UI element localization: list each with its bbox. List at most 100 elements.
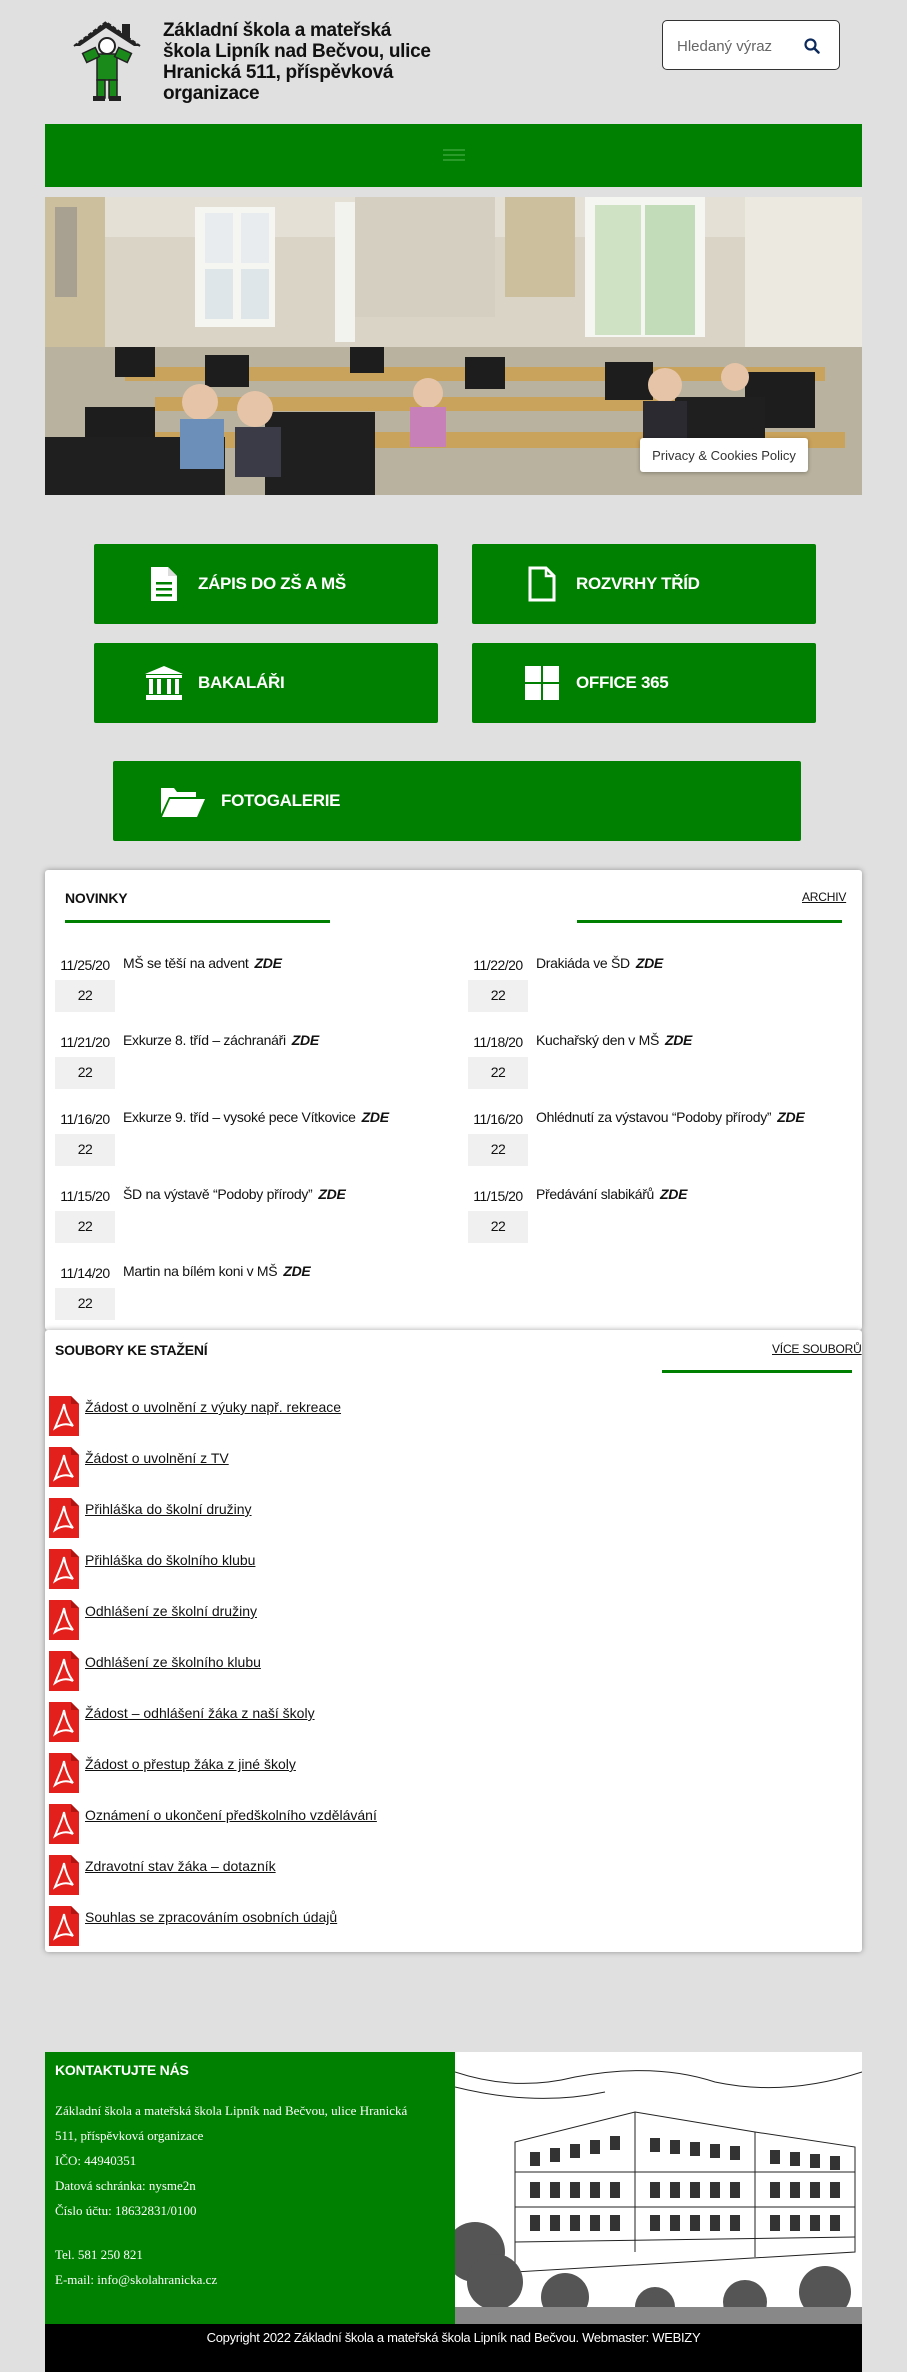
file-download-link[interactable]: Přihláška do školního klubu (85, 1552, 255, 1568)
file-download-link[interactable]: Zdravotní stav žáka – dotazník (85, 1858, 276, 1874)
file-download-link[interactable]: Žádost o přestup žáka z jiné školy (85, 1756, 296, 1772)
news-item[interactable]: 11/15/20 22 ŠD na výstavě “Podoby přírody… (55, 1181, 455, 1243)
news-text: Ohlédnutí za výstavou “Podoby přírody” ZD… (536, 1109, 805, 1125)
news-zde-link[interactable]: ZDE (292, 1032, 319, 1048)
news-title: NOVINKY (65, 890, 128, 906)
contact-data-box: Datová schránka: nysme2n (55, 2178, 196, 2193)
quick-link-label: OFFICE 365 (576, 673, 669, 692)
news-text: Exkurze 8. tříd – záchranáři ZDE (123, 1032, 319, 1048)
more-files-underline (662, 1370, 852, 1373)
site-header: Základní škola a mateřská škola Lipník n… (0, 0, 907, 120)
news-item[interactable]: 11/18/20 22 Kuchařský den v MŠ ZDE (468, 1027, 868, 1089)
news-zde-link[interactable]: ZDE (665, 1032, 692, 1048)
news-zde-link[interactable]: ZDE (255, 955, 282, 971)
news-text: Kuchařský den v MŠ ZDE (536, 1032, 693, 1048)
pdf-icon (49, 1702, 79, 1742)
news-date: 11/25/20 22 (55, 950, 115, 1012)
file-item[interactable]: Žádost o uvolnění z TV (49, 1447, 749, 1489)
pdf-icon (49, 1498, 79, 1538)
more-files-link[interactable]: VÍCE SOUBORŮ (772, 1342, 862, 1356)
hamburger-menu-icon[interactable] (443, 146, 465, 164)
news-item[interactable]: 11/16/20 22 Exkurze 9. tříd – vysoké pece… (55, 1104, 455, 1166)
windows-icon (522, 663, 562, 703)
downloads-title: SOUBORY KE STAŽENÍ (55, 1342, 208, 1358)
news-date: 11/22/20 22 (468, 950, 528, 1012)
pdf-icon (49, 1804, 79, 1844)
file-download-link[interactable]: Souhlas se zpracováním osobních údajů (85, 1909, 337, 1925)
contact-address-line1: Základní škola a mateřská škola Lipník n… (55, 2103, 408, 2118)
news-date: 11/15/20 22 (468, 1181, 528, 1243)
file-download-link[interactable]: Přihláška do školní družiny (85, 1501, 252, 1517)
news-text: Drakiáda ve ŠD ZDE (536, 955, 663, 971)
news-date: 11/14/20 22 (55, 1258, 115, 1320)
news-item[interactable]: 11/16/20 22 Ohlédnutí za výstavou “Podoby… (468, 1104, 868, 1166)
file-download-link[interactable]: Žádost o uvolnění z výuky např. rekreace (85, 1399, 341, 1415)
folder-open-icon (159, 781, 207, 821)
news-item[interactable]: 11/25/20 22 MŠ se těší na advent ZDE (55, 950, 455, 1012)
file-download-link[interactable]: Žádost o uvolnění z TV (85, 1450, 229, 1466)
file-item[interactable]: Zdravotní stav žáka – dotazník (49, 1855, 749, 1897)
document-icon (144, 564, 184, 604)
news-text: Exkurze 9. tříd – vysoké pece Vítkovice Z… (123, 1109, 389, 1125)
search-input[interactable] (677, 35, 797, 57)
news-zde-link[interactable]: ZDE (636, 955, 663, 971)
contact-email[interactable]: E-mail: info@skolahranicka.cz (55, 2267, 217, 2292)
school-building-drawing (455, 2052, 862, 2324)
news-item[interactable]: 11/15/20 22 Předávání slabikářů ZDE (468, 1181, 868, 1243)
search-icon (804, 38, 820, 54)
pdf-icon (49, 1600, 79, 1640)
news-text: Předávání slabikářů ZDE (536, 1186, 688, 1202)
quick-link-label: BAKALÁŘI (198, 673, 285, 692)
site-title[interactable]: Základní škola a mateřská škola Lipník n… (163, 20, 433, 104)
pdf-icon (49, 1753, 79, 1793)
quick-link-office365[interactable]: OFFICE 365 (472, 643, 816, 723)
news-zde-link[interactable]: ZDE (777, 1109, 804, 1125)
news-zde-link[interactable]: ZDE (318, 1186, 345, 1202)
quick-link-zapis[interactable]: ZÁPIS DO ZŠ A MŠ (94, 544, 438, 624)
contact-phone[interactable]: Tel. 581 250 821 (55, 2242, 143, 2267)
file-item[interactable]: Odhlášení ze školní družiny (49, 1600, 749, 1642)
file-item[interactable]: Oznámení o ukončení předškolního vzděláv… (49, 1804, 749, 1846)
pdf-icon (49, 1906, 79, 1946)
pdf-icon (49, 1549, 79, 1589)
news-archive-link[interactable]: ARCHIV (802, 890, 846, 904)
file-item[interactable]: Přihláška do školního klubu (49, 1549, 749, 1591)
pdf-icon (49, 1447, 79, 1487)
search-button[interactable] (799, 33, 825, 59)
news-zde-link[interactable]: ZDE (660, 1186, 687, 1202)
quick-link-label: ROZVRHY TŘÍD (576, 574, 700, 593)
quick-link-label: FOTOGALERIE (221, 791, 341, 810)
pdf-icon (49, 1396, 79, 1436)
news-item[interactable]: 11/22/20 22 Drakiáda ve ŠD ZDE (468, 950, 868, 1012)
quick-link-rozvrhy[interactable]: ROZVRHY TŘÍD (472, 544, 816, 624)
news-item[interactable]: 11/21/20 22 Exkurze 8. tříd – záchranáři Z… (55, 1027, 455, 1089)
pdf-icon (49, 1651, 79, 1691)
quick-link-label: ZÁPIS DO ZŠ A MŠ (198, 574, 346, 593)
school-logo[interactable] (66, 16, 148, 102)
privacy-policy-button[interactable]: Privacy & Cookies Policy (640, 438, 808, 472)
news-item[interactable]: 11/14/20 22 Martin na bílém koni v MŠ ZDE (55, 1258, 455, 1320)
file-item[interactable]: Žádost o přestup žáka z jiné školy (49, 1753, 749, 1795)
news-zde-link[interactable]: ZDE (283, 1263, 310, 1279)
contact-address-line2: 511, příspěvková organizace (55, 2128, 204, 2143)
news-date: 11/16/20 22 (55, 1104, 115, 1166)
file-item[interactable]: Souhlas se zpracováním osobních údajů (49, 1906, 749, 1948)
file-item[interactable]: Žádost – odhlášení žáka z naší školy (49, 1702, 749, 1744)
news-zde-link[interactable]: ZDE (362, 1109, 389, 1125)
quick-link-fotogalerie[interactable]: FOTOGALERIE (113, 761, 801, 841)
file-download-link[interactable]: Žádost – odhlášení žáka z naší školy (85, 1705, 315, 1721)
file-download-link[interactable]: Oznámení o ukončení předškolního vzděláv… (85, 1807, 377, 1823)
file-item[interactable]: Odhlášení ze školního klubu (49, 1651, 749, 1693)
file-item[interactable]: Žádost o uvolnění z výuky např. rekreace (49, 1396, 749, 1438)
news-date: 11/21/20 22 (55, 1027, 115, 1089)
news-text: ŠD na výstavě “Podoby přírody” ZDE (123, 1186, 346, 1202)
quick-link-bakalari[interactable]: BAKALÁŘI (94, 643, 438, 723)
file-item[interactable]: Přihláška do školní družiny (49, 1498, 749, 1540)
file-download-link[interactable]: Odhlášení ze školní družiny (85, 1603, 257, 1619)
news-section: NOVINKY ARCHIV 11/25/20 22 MŠ se těší na … (45, 870, 862, 1330)
news-title-underline (65, 920, 330, 923)
contact-ico: IČO: 44940351 (55, 2153, 137, 2168)
pdf-icon (49, 1855, 79, 1895)
news-date: 11/18/20 22 (468, 1027, 528, 1089)
file-download-link[interactable]: Odhlášení ze školního klubu (85, 1654, 261, 1670)
